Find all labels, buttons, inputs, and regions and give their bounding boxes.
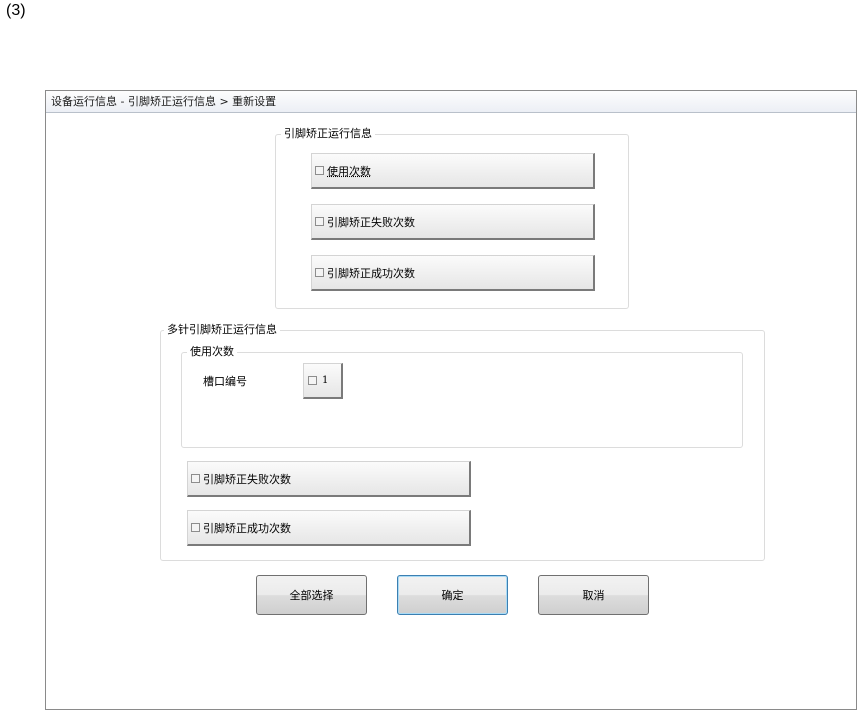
dialog-window: 设备运行信息 - 引脚矫正运行信息 > 重新设置 引脚矫正运行信息 使用次数 引… <box>45 90 857 710</box>
multi-correction-success-count-checkbox[interactable]: 引脚矫正成功次数 <box>187 510 471 546</box>
correction-success-count-checkbox[interactable]: 引脚矫正成功次数 <box>311 255 595 291</box>
figure-label: (3) <box>6 2 26 19</box>
checkbox-icon <box>315 166 324 175</box>
checkbox-icon <box>315 217 324 226</box>
checkbox-icon <box>308 376 317 385</box>
usage-count-subgroup-title: 使用次数 <box>187 345 237 359</box>
ok-button[interactable]: 确定 <box>397 575 508 615</box>
checkbox-icon <box>191 523 200 532</box>
usage-count-checkbox[interactable]: 使用次数 <box>311 153 595 189</box>
multi-correction-fail-count-checkbox[interactable]: 引脚矫正失败次数 <box>187 461 471 497</box>
checkbox-icon <box>315 268 324 277</box>
usage-count-subgroup: 使用次数 <box>181 345 743 448</box>
cancel-button[interactable]: 取消 <box>538 575 649 615</box>
select-all-button[interactable]: 全部选择 <box>256 575 367 615</box>
slot-number-label: 槽口编号 <box>203 375 247 388</box>
usage-count-label: 使用次数 <box>327 164 371 178</box>
correction-fail-count-checkbox[interactable]: 引脚矫正失败次数 <box>311 204 595 240</box>
slot-1-label: 1 <box>322 375 329 386</box>
pin-correction-group-title: 引脚矫正运行信息 <box>281 127 375 141</box>
multi-pin-correction-group-title: 多针引脚矫正运行信息 <box>164 323 280 337</box>
multi-correction-fail-count-label: 引脚矫正失败次数 <box>203 472 291 486</box>
correction-success-count-label: 引脚矫正成功次数 <box>327 266 415 280</box>
checkbox-icon <box>191 474 200 483</box>
multi-correction-success-count-label: 引脚矫正成功次数 <box>203 521 291 535</box>
window-title: 设备运行信息 - 引脚矫正运行信息 > 重新设置 <box>46 91 856 113</box>
slot-1-checkbox[interactable]: 1 <box>303 363 343 399</box>
correction-fail-count-label: 引脚矫正失败次数 <box>327 215 415 229</box>
